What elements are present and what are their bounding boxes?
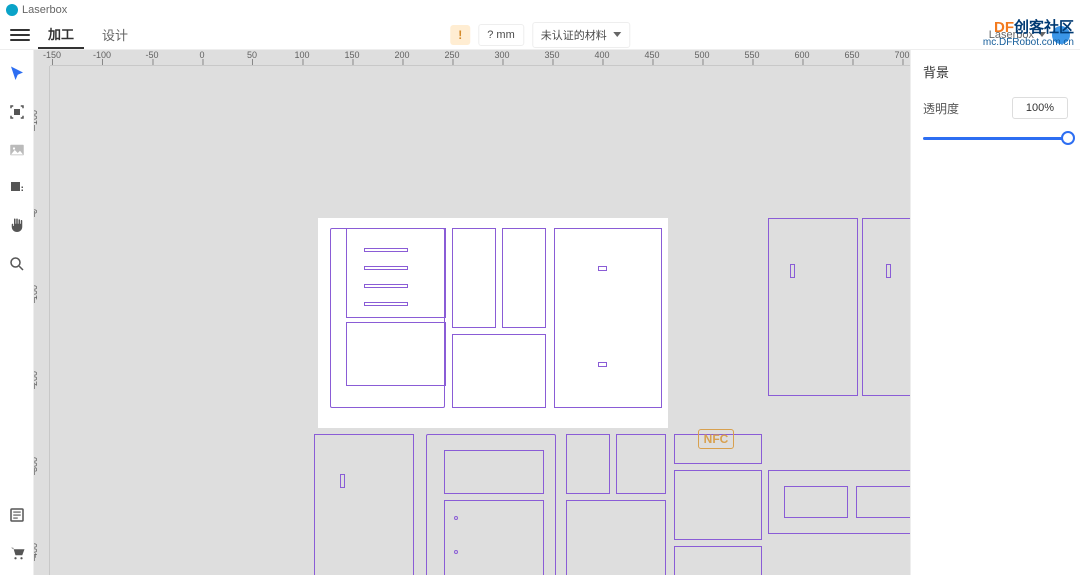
chevron-down-icon (613, 32, 621, 37)
vector-shape[interactable] (784, 486, 848, 518)
vector-shape[interactable] (768, 218, 858, 396)
shape-tool[interactable] (7, 178, 27, 198)
vector-shape[interactable] (598, 266, 607, 271)
ruler-tick: 600 (794, 50, 809, 60)
slider-thumb[interactable] (1061, 131, 1075, 145)
ruler-tick: -100 (34, 110, 39, 128)
vector-shape[interactable] (674, 546, 762, 575)
ruler-tick: 100 (294, 50, 309, 60)
slider-track (923, 137, 1068, 140)
ruler-tick: 650 (844, 50, 859, 60)
ruler-tick: -150 (43, 50, 61, 60)
app-title: Laserbox (22, 4, 67, 16)
ruler-tick: 400 (34, 543, 39, 558)
ruler-tick: 0 (199, 50, 204, 60)
main: -150 -100 -50 0 50 100 150 200 250 300 3… (0, 50, 1080, 575)
titlebar: Laserbox (0, 0, 1080, 20)
vector-shape[interactable] (364, 284, 408, 288)
library-tool[interactable] (7, 505, 27, 525)
opacity-label: 透明度 (923, 100, 959, 117)
menu-icon[interactable] (10, 25, 30, 45)
topbar: 加工 设计 ! ? mm 未认证的材料 Laserbox (0, 20, 1080, 50)
toolbar-left (0, 50, 34, 575)
vector-shape[interactable] (862, 218, 910, 396)
ruler-vertical: -100 0 100 200 300 400 (34, 66, 50, 575)
ruler-tick: 400 (594, 50, 609, 60)
avatar[interactable] (1052, 26, 1070, 44)
device-name: Laserbox (989, 29, 1034, 41)
material-select[interactable]: 未认证的材料 (532, 22, 630, 48)
vector-shape[interactable] (554, 228, 662, 408)
panel-background: 背景 透明度 100% (910, 50, 1080, 575)
vector-shape[interactable] (454, 516, 458, 520)
device-select[interactable]: Laserbox (989, 29, 1046, 41)
vector-shape[interactable] (616, 434, 666, 494)
canvas[interactable]: NFC (50, 66, 910, 575)
ruler-tick: -100 (93, 50, 111, 60)
vector-shape[interactable] (364, 302, 408, 306)
ruler-tick: 0 (34, 209, 39, 214)
ruler-tick: -50 (145, 50, 158, 60)
ruler-tick: 50 (247, 50, 257, 60)
app-icon (6, 4, 18, 16)
ruler-tick: 350 (544, 50, 559, 60)
opacity-row: 透明度 100% (923, 97, 1068, 119)
opacity-input[interactable]: 100% (1012, 97, 1068, 119)
ruler-tick: 250 (444, 50, 459, 60)
image-tool[interactable] (7, 140, 27, 160)
vector-shape[interactable] (346, 322, 446, 386)
select-tool[interactable] (7, 64, 27, 84)
material-name: 未认证的材料 (541, 27, 607, 43)
cart-tool[interactable] (7, 543, 27, 563)
vector-shape[interactable] (452, 334, 546, 408)
ruler-tick: 700 (894, 50, 909, 60)
vector-shape[interactable] (364, 266, 408, 270)
vector-shape[interactable] (444, 500, 544, 575)
vector-shape[interactable] (314, 434, 414, 575)
ruler-tick: 300 (494, 50, 509, 60)
ruler-tick: 300 (34, 457, 39, 472)
ruler-tick: 550 (744, 50, 759, 60)
tab-process[interactable]: 加工 (38, 20, 84, 49)
warning-icon[interactable]: ! (450, 25, 470, 45)
ruler-tick: 450 (644, 50, 659, 60)
canvas-wrap: -150 -100 -50 0 50 100 150 200 250 300 3… (34, 50, 910, 575)
topbar-right: Laserbox (989, 26, 1070, 44)
vector-shape[interactable] (452, 228, 496, 328)
vector-shape[interactable] (674, 470, 762, 540)
material-group: ! ? mm 未认证的材料 (450, 22, 630, 48)
nfc-label[interactable]: NFC (698, 429, 734, 449)
magic-select-tool[interactable] (7, 102, 27, 122)
ruler-tick: 500 (694, 50, 709, 60)
vector-shape[interactable] (790, 264, 795, 278)
ruler-horizontal: -150 -100 -50 0 50 100 150 200 250 300 3… (50, 50, 910, 66)
vector-shape[interactable] (502, 228, 546, 328)
opacity-slider[interactable] (923, 131, 1068, 145)
tab-design[interactable]: 设计 (92, 21, 138, 48)
chevron-down-icon (1038, 32, 1046, 37)
ruler-tick: 200 (394, 50, 409, 60)
ruler-tick: 150 (344, 50, 359, 60)
thickness-pill[interactable]: ? mm (478, 24, 524, 46)
ruler-tick: 100 (34, 285, 39, 300)
ruler-tick: 200 (34, 371, 39, 386)
hand-tool[interactable] (7, 216, 27, 236)
vector-shape[interactable] (598, 362, 607, 367)
vector-shape[interactable] (454, 550, 458, 554)
vector-shape[interactable] (566, 434, 610, 494)
panel-title: 背景 (923, 62, 1068, 81)
vector-shape[interactable] (364, 248, 408, 252)
vector-shape[interactable] (856, 486, 910, 518)
vector-shape[interactable] (566, 500, 666, 575)
zoom-tool[interactable] (7, 254, 27, 274)
vector-shape[interactable] (444, 450, 544, 494)
vector-shape[interactable] (886, 264, 891, 278)
vector-shape[interactable] (340, 474, 345, 488)
